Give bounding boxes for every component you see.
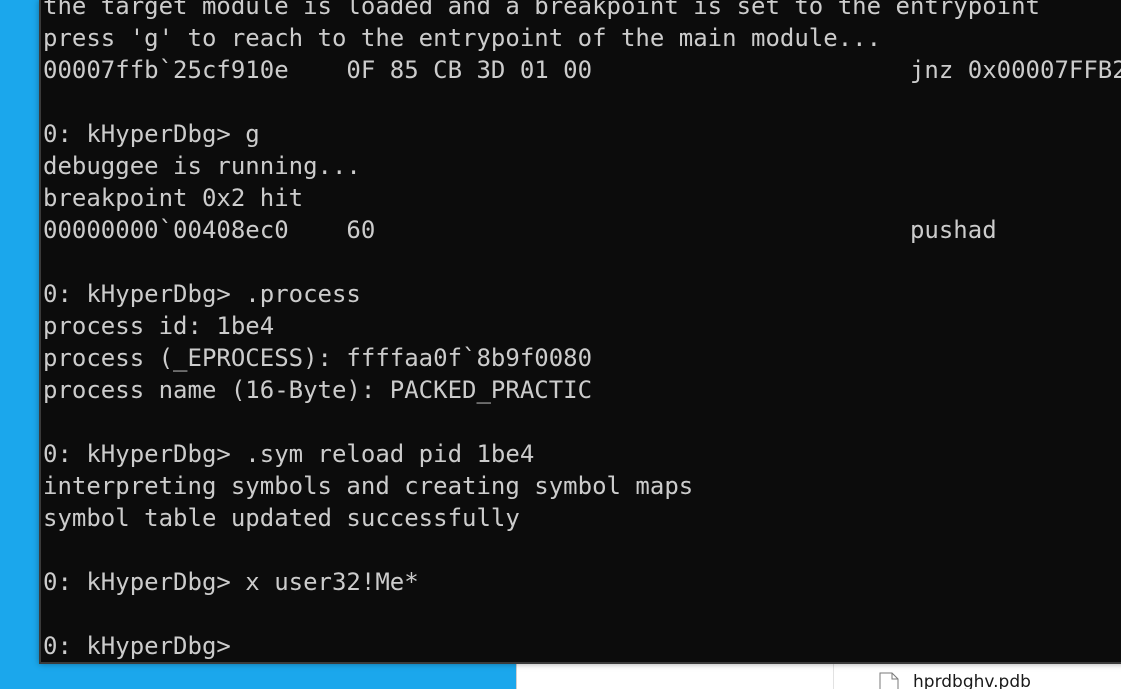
console-line: the target module is loaded and a breakp… — [43, 0, 1040, 20]
console-line: 0: kHyperDbg> .sym reload pid 1be4 — [43, 440, 535, 468]
console-line: symbol table updated successfully — [43, 504, 520, 532]
console-line: process name (16-Byte): PACKED_PRACTIC — [43, 376, 593, 404]
console-line: 0: kHyperDbg> g — [43, 120, 260, 148]
console-line: press 'g' to reach to the entrypoint of … — [43, 24, 882, 52]
console-line: process (_EPROCESS): ffffaa0f`8b9f0080 — [43, 344, 593, 372]
document-icon — [879, 672, 899, 689]
console-line: breakpoint 0x2 hit — [43, 184, 304, 212]
console-line: 00000000`00408ec0 60 pushad — [43, 216, 997, 244]
console-line: interpreting symbols and creating symbol… — [43, 472, 694, 500]
console-line: 0: kHyperDbg> x user32!Me* — [43, 568, 419, 596]
console-line: 0: kHyperDbg> — [43, 632, 231, 660]
console-line: process id: 1be4 — [43, 312, 275, 340]
explorer-file-name[interactable]: hprdbghv.pdb — [913, 672, 1031, 689]
desktop-background: hprdbghv.pdb the target module is loaded… — [0, 0, 1121, 689]
explorer-file-item[interactable]: hprdbghv.pdb — [879, 672, 1031, 689]
console-output: the target module is loaded and a breakp… — [43, 0, 1121, 662]
debugger-console-window[interactable]: the target module is loaded and a breakp… — [39, 0, 1121, 664]
console-line: 0: kHyperDbg> .process — [43, 280, 361, 308]
console-line: 00007ffb`25cf910e 0F 85 CB 3D 01 00 jnz … — [43, 56, 1121, 84]
console-line: debuggee is running... — [43, 152, 361, 180]
